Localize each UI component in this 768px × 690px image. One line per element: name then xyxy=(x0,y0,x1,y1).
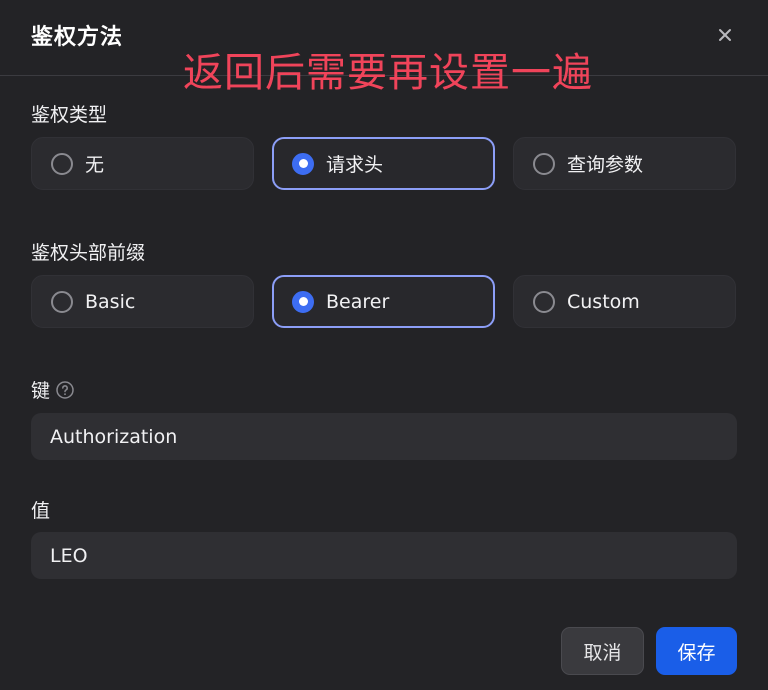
radio-unchecked-icon xyxy=(533,290,555,313)
prefix-radio-group: Basic Bearer Custom xyxy=(31,275,737,328)
close-button[interactable] xyxy=(712,22,738,48)
auth-type-option-none[interactable]: 无 xyxy=(31,137,254,190)
red-annotation-text: 返回后需要再设置一遍 xyxy=(183,50,593,96)
radio-checked-icon xyxy=(292,152,314,175)
radio-unchecked-icon xyxy=(51,290,73,313)
auth-method-dialog: 鉴权方法 返回后需要再设置一遍 鉴权类型 无 请求头 查询参数 鉴权头部前缀 B… xyxy=(0,0,768,690)
dialog-title: 鉴权方法 xyxy=(31,25,124,50)
value-input[interactable] xyxy=(31,532,737,579)
auth-type-radio-group: 无 请求头 查询参数 xyxy=(31,137,737,190)
key-label: 键 xyxy=(31,376,74,403)
prefix-option-bearer[interactable]: Bearer xyxy=(272,275,495,328)
prefix-label: 鉴权头部前缀 xyxy=(31,242,146,264)
key-input[interactable] xyxy=(31,413,737,460)
prefix-option-basic[interactable]: Basic xyxy=(31,275,254,328)
prefix-option-custom[interactable]: Custom xyxy=(513,275,736,328)
cancel-button[interactable]: 取消 xyxy=(561,627,644,675)
help-icon[interactable] xyxy=(56,380,74,399)
radio-unchecked-icon xyxy=(533,152,555,175)
auth-type-label: 鉴权类型 xyxy=(31,104,108,126)
auth-type-option-query[interactable]: 查询参数 xyxy=(513,137,736,190)
radio-unchecked-icon xyxy=(51,152,73,175)
close-icon xyxy=(719,29,731,41)
auth-type-option-header[interactable]: 请求头 xyxy=(272,137,495,190)
radio-checked-icon xyxy=(292,290,314,313)
save-button[interactable]: 保存 xyxy=(656,627,737,675)
value-label: 值 xyxy=(31,500,51,522)
